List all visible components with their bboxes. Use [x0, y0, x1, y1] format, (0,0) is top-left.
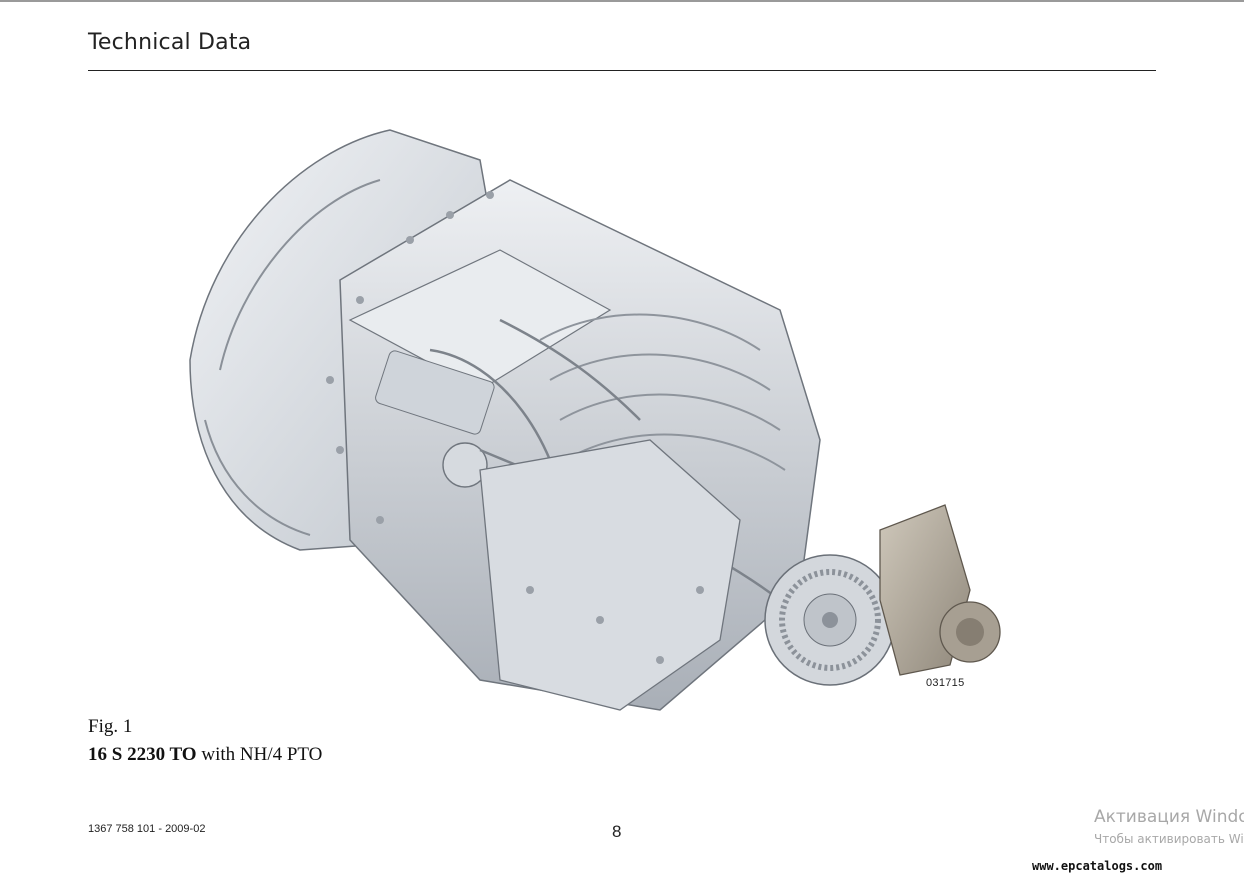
figure-image-number: 031715	[926, 677, 965, 689]
output-flange	[764, 554, 896, 686]
figure-caption: Fig. 1 16 S 2230 TO with NH/4 PTO	[88, 713, 322, 769]
figure-label: Fig. 1	[88, 716, 133, 737]
page-number: 8	[612, 822, 622, 841]
transmission-figure	[180, 120, 1020, 745]
header-divider	[88, 70, 1156, 71]
pto-unit	[879, 504, 1001, 676]
model-suffix: with NH/4 PTO	[196, 744, 323, 765]
figure-title: 16 S 2230 TO with NH/4 PTO	[88, 741, 322, 769]
page-title: Technical Data	[88, 30, 252, 55]
model-designation: 16 S 2230 TO	[88, 744, 197, 765]
site-watermark: www.epcatalogs.com	[1032, 859, 1163, 873]
activation-subtitle: Чтобы активировать Windows	[1094, 832, 1244, 846]
transmission-illustration	[189, 129, 1001, 711]
windows-activation-watermark: Активация Windows Чтобы активировать Win…	[1094, 806, 1244, 850]
top-border-line	[0, 0, 1244, 2]
document-number: 1367 758 101 - 2009-02	[88, 823, 206, 835]
activation-title: Активация Windows	[1094, 807, 1244, 827]
